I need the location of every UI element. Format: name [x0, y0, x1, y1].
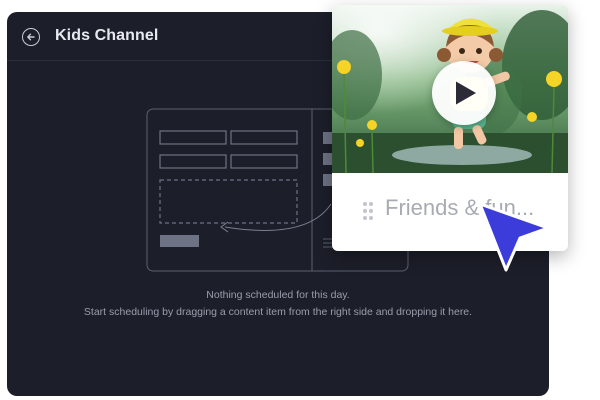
- illustration-button: [160, 235, 199, 247]
- empty-state-instructions: Start scheduling by dragging a content i…: [83, 306, 473, 318]
- drag-handle-icon[interactable]: [362, 201, 374, 226]
- stage: Kids Channel Nothing scheduled for this …: [0, 0, 600, 400]
- illustration-drag-arrow: [224, 203, 332, 231]
- illustration-drop-zone: [159, 179, 298, 224]
- play-button[interactable]: [432, 61, 496, 125]
- play-icon: [456, 81, 476, 105]
- video-thumbnail: [332, 5, 568, 173]
- empty-state-message: Nothing scheduled for this day.: [206, 289, 350, 301]
- illustration-form-fields: [159, 130, 298, 169]
- pointer-cursor-icon: [476, 200, 554, 283]
